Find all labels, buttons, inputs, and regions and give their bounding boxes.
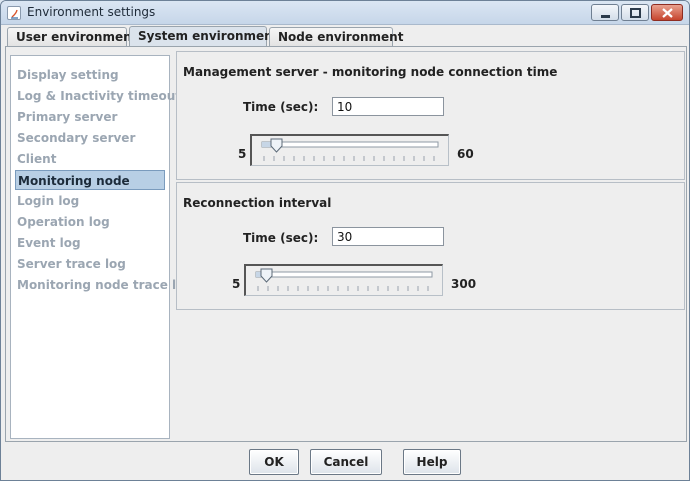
slider-ticks (257, 286, 429, 291)
connection-time-label: Time (sec): (243, 100, 319, 114)
dialog-button-bar: OK Cancel Help (1, 445, 689, 480)
minimize-button[interactable] (591, 4, 619, 21)
maximize-icon (630, 8, 641, 18)
ok-button[interactable]: OK (249, 449, 299, 475)
connection-time-panel: Management server - monitoring node conn… (176, 51, 685, 180)
environment-settings-window: Environment settings User environment Sy… (0, 0, 690, 481)
reconnection-time-label: Time (sec): (243, 231, 319, 245)
sidebar-item-operation-log[interactable]: Operation log (17, 212, 110, 232)
sidebar-item-display-setting[interactable]: Display setting (17, 65, 119, 85)
sidebar-item-monitoring-node[interactable]: Monitoring node (15, 170, 165, 190)
minimize-icon (601, 15, 610, 18)
sidebar-item-login-log[interactable]: Login log (17, 191, 79, 211)
slider-track (255, 271, 433, 278)
help-button[interactable]: Help (403, 449, 461, 475)
sidebar-item-client[interactable]: Client (17, 149, 56, 169)
tab-system-environment[interactable]: System environment (129, 26, 278, 47)
connection-slider-max-label: 60 (457, 147, 474, 161)
java-app-icon (7, 6, 21, 20)
reconnection-interval-panel: Reconnection interval Time (sec): 5 (176, 182, 685, 310)
slider-thumb (270, 138, 283, 153)
close-icon (662, 8, 673, 18)
reconnection-slider-max-label: 300 (451, 277, 477, 291)
sidebar-item-event-log[interactable]: Event log (17, 233, 81, 253)
sidebar-item-primary-server[interactable]: Primary server (17, 107, 117, 127)
reconnection-time-input[interactable] (332, 227, 444, 246)
sidebar-item-server-trace-log[interactable]: Server trace log (17, 254, 126, 274)
tab-user-environment[interactable]: User environment (7, 27, 137, 46)
cancel-button[interactable]: Cancel (310, 449, 382, 475)
environment-tabs: User environment System environment Node… (7, 26, 687, 47)
reconnection-interval-slider[interactable] (244, 264, 443, 296)
connection-slider-min-label: 5 (238, 147, 247, 161)
settings-category-list: Display setting Log & Inactivity timeout… (10, 55, 193, 439)
reconnection-interval-title: Reconnection interval (183, 196, 332, 210)
slider-ticks (263, 156, 435, 161)
slider-track (261, 141, 439, 148)
reconnection-slider-min-label: 5 (232, 277, 241, 291)
title-bar[interactable]: Environment settings (1, 1, 689, 25)
tab-node-environment[interactable]: Node environment (269, 27, 403, 46)
sidebar-item-secondary-server[interactable]: Secondary server (17, 128, 135, 148)
sidebar-item-log-inactivity-timeout[interactable]: Log & Inactivity timeout (17, 86, 181, 106)
maximize-button[interactable] (621, 4, 649, 21)
sidebar-item-monitoring-node-trace-log[interactable]: Monitoring node trace log (17, 275, 193, 295)
connection-time-slider[interactable] (250, 134, 449, 166)
tab-content: Display setting Log & Inactivity timeout… (5, 46, 687, 442)
connection-time-input[interactable] (332, 97, 444, 116)
window-title: Environment settings (27, 5, 156, 19)
close-button[interactable] (651, 4, 683, 21)
slider-thumb (260, 268, 273, 283)
connection-time-title: Management server - monitoring node conn… (183, 65, 558, 79)
